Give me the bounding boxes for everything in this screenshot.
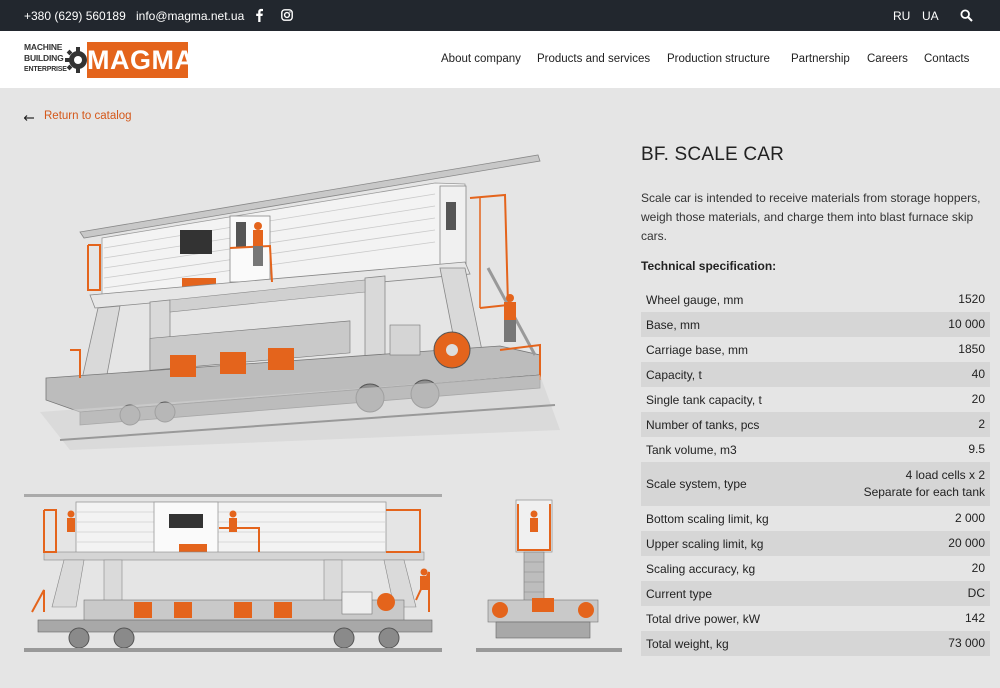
instagram-icon[interactable] [281,9,293,21]
phone-link[interactable]: +380 (629) 560189 [24,9,126,23]
spec-value: 20 [971,392,985,406]
spec-label: Capacity, t [646,367,702,382]
spec-label: Current type [646,586,713,601]
logo-text: MACHINE BUILDING ENTERPRISE [24,42,67,75]
spec-label: Bottom scaling limit, kg [646,511,769,526]
spec-label: Carriage base, mm [646,342,749,357]
spec-value: 20 [971,561,985,575]
spec-row-carriage-base: Carriage base, mm 1850 [641,337,990,362]
spec-row-scale-system: Scale system, type 4 load cells x 2 Separ… [641,462,990,506]
return-to-catalog-label: Return to catalog [44,110,132,122]
site-header: MACHINE BUILDING ENTERPRISE MAGMA About … [0,31,1000,88]
spec-label: Wheel gauge, mm [646,292,744,307]
spec-value: 4 load cells x 2 Separate for each tank [863,468,985,499]
spec-value: 2 [978,417,985,431]
spec-row-single-tank-capacity: Single tank capacity, t 20 [641,387,990,412]
logo-line-3: ENTERPRISE [24,66,67,73]
spec-value: 20 000 [948,536,985,550]
spec-value: 2 000 [954,511,985,525]
search-icon[interactable] [960,9,973,22]
spec-value: 10 000 [948,317,985,331]
spec-value: 40 [971,367,985,381]
spec-label: Total drive power, kW [646,611,761,626]
arrow-left-icon [24,115,34,121]
spec-value: 142 [964,611,985,625]
spec-label: Tank volume, m3 [646,442,737,457]
language-ru[interactable]: RU [893,9,910,23]
spec-label: Upper scaling limit, kg [646,536,764,551]
spec-row-total-weight: Total weight, kg 73 000 [641,631,990,656]
nav-careers[interactable]: Careers [867,53,908,65]
product-title: BF. SCALE CAR [641,144,785,165]
spec-heading: Technical specification: [641,259,777,273]
logo-brand: MAGMA [87,42,194,78]
nav-production-structure[interactable]: Production structure [667,53,770,65]
product-image-front-view[interactable] [476,492,622,654]
spec-label: Single tank capacity, t [646,392,762,407]
logo[interactable]: MACHINE BUILDING ENTERPRISE MAGMA [24,42,194,78]
spec-row-number-of-tanks: Number of tanks, pcs 2 [641,412,990,437]
email-link[interactable]: info@magma.net.ua [136,9,244,23]
spec-row-total-drive-power: Total drive power, kW 142 [641,606,990,631]
spec-row-current-type: Current type DC [641,581,990,606]
spec-value: 9.5 [968,442,985,456]
spec-label: Scale system, type [646,477,747,491]
spec-label: Number of tanks, pcs [646,417,760,432]
top-bar: +380 (629) 560189 info@magma.net.ua RU U… [0,0,1000,31]
product-image-side-view[interactable] [24,492,442,654]
nav-about-company[interactable]: About company [441,53,521,65]
spec-row-wheel-gauge: Wheel gauge, mm 1520 [641,287,990,312]
spec-label: Base, mm [646,317,701,332]
facebook-icon[interactable] [254,8,264,22]
nav-partnership[interactable]: Partnership [791,53,850,65]
nav-products-and-services[interactable]: Products and services [537,53,650,65]
language-ua[interactable]: UA [922,9,939,23]
spec-row-tank-volume: Tank volume, m3 9.5 [641,437,990,462]
spec-row-base: Base, mm 10 000 [641,312,990,337]
spec-table: Wheel gauge, mm 1520 Base, mm 10 000 Carri… [641,287,990,656]
logo-line-2: BUILDING [24,53,64,63]
spec-value: 1850 [958,342,985,356]
nav-contacts[interactable]: Contacts [924,53,969,65]
spec-row-bottom-scaling-limit: Bottom scaling limit, kg 2 000 [641,506,990,531]
spec-label: Scaling accuracy, kg [646,561,756,576]
spec-value: DC [967,586,985,600]
spec-value: 73 000 [948,636,985,650]
spec-row-scaling-accuracy: Scaling accuracy, kg 20 [641,556,990,581]
spec-label: Total weight, kg [646,636,729,651]
spec-value: 1520 [958,292,985,306]
cabin-window [180,230,212,254]
product-image-main[interactable] [40,150,600,460]
product-description: Scale car is intended to receive materia… [641,191,981,243]
logo-line-1: MACHINE [24,42,63,52]
spec-row-upper-scaling-limit: Upper scaling limit, kg 20 000 [641,531,990,556]
spec-row-capacity: Capacity, t 40 [641,362,990,387]
